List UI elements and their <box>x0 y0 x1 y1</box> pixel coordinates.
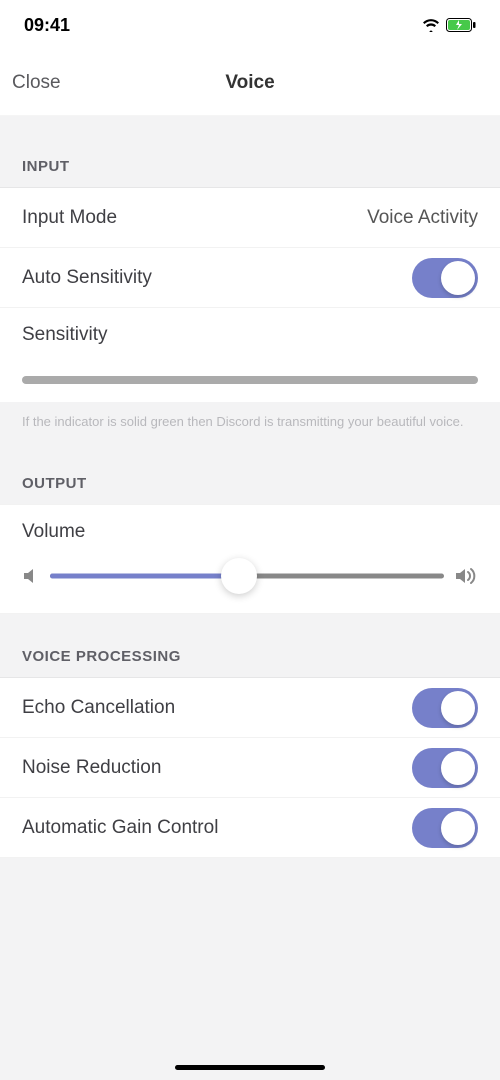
toggle-knob <box>441 811 475 845</box>
automatic-gain-control-label: Automatic Gain Control <box>22 817 218 839</box>
section-header-voiceprocessing: VOICE PROCESSING <box>0 614 500 677</box>
input-mode-row[interactable]: Input Mode Voice Activity <box>0 188 500 248</box>
page-title: Voice <box>225 72 274 94</box>
sensitivity-footer: If the indicator is solid green then Dis… <box>0 402 500 441</box>
volume-row: Volume <box>0 504 500 614</box>
speaker-low-icon <box>22 566 40 586</box>
sensitivity-label: Sensitivity <box>22 324 478 346</box>
toggle-knob <box>441 751 475 785</box>
toggle-knob <box>441 691 475 725</box>
echo-cancellation-toggle[interactable] <box>412 688 478 728</box>
wifi-icon <box>422 18 440 32</box>
echo-cancellation-label: Echo Cancellation <box>22 697 175 719</box>
toggle-knob <box>441 261 475 295</box>
automatic-gain-control-row: Automatic Gain Control <box>0 798 500 858</box>
section-header-output: OUTPUT <box>0 441 500 504</box>
status-icons <box>422 18 476 32</box>
sensitivity-row: Sensitivity <box>0 308 500 402</box>
slider-fill <box>50 574 239 579</box>
input-mode-label: Input Mode <box>22 207 117 229</box>
section-header-input: INPUT <box>0 116 500 187</box>
noise-reduction-toggle[interactable] <box>412 748 478 788</box>
input-mode-value: Voice Activity <box>367 207 478 229</box>
slider-thumb[interactable] <box>221 558 257 594</box>
echo-cancellation-row: Echo Cancellation <box>0 678 500 738</box>
speaker-high-icon <box>454 566 478 586</box>
auto-sensitivity-label: Auto Sensitivity <box>22 267 152 289</box>
nav-bar: Close Voice <box>0 50 500 116</box>
volume-slider[interactable] <box>50 561 444 591</box>
noise-reduction-label: Noise Reduction <box>22 757 161 779</box>
sensitivity-indicator <box>22 376 478 384</box>
volume-label: Volume <box>22 521 478 543</box>
auto-sensitivity-row: Auto Sensitivity <box>0 248 500 308</box>
battery-icon <box>446 18 476 32</box>
home-indicator[interactable] <box>175 1065 325 1070</box>
status-bar: 09:41 <box>0 0 500 50</box>
status-time: 09:41 <box>24 15 70 36</box>
close-button[interactable]: Close <box>12 72 61 94</box>
noise-reduction-row: Noise Reduction <box>0 738 500 798</box>
auto-sensitivity-toggle[interactable] <box>412 258 478 298</box>
automatic-gain-control-toggle[interactable] <box>412 808 478 848</box>
